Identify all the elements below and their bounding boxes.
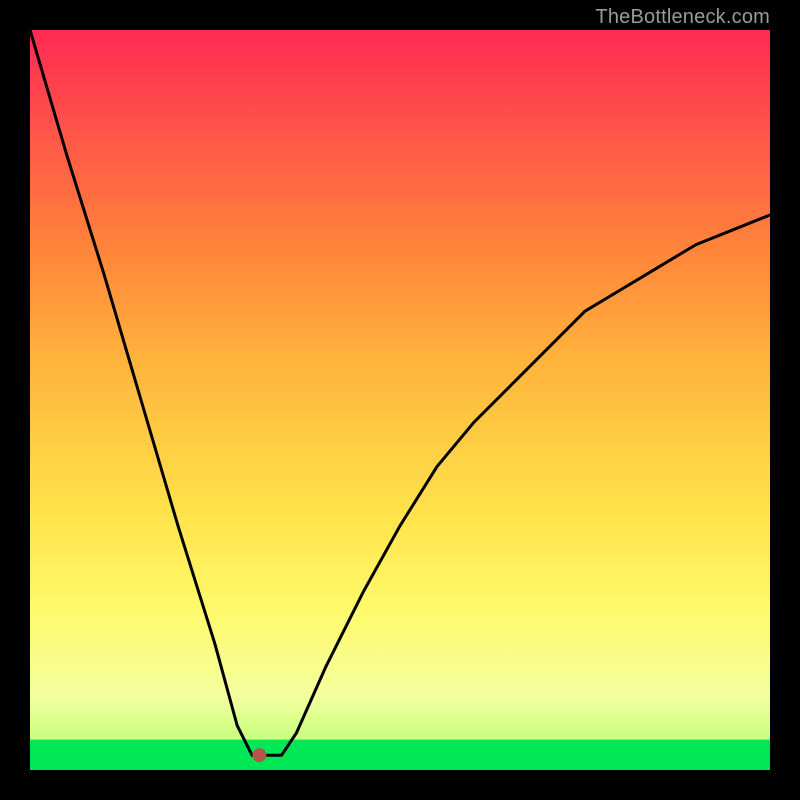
minimum-marker [252, 748, 266, 762]
watermark-label: TheBottleneck.com [595, 6, 770, 29]
curve-svg [30, 30, 770, 770]
chart-frame: TheBottleneck.com [0, 0, 800, 800]
plot-area [30, 30, 770, 770]
bottleneck-curve [30, 30, 770, 755]
